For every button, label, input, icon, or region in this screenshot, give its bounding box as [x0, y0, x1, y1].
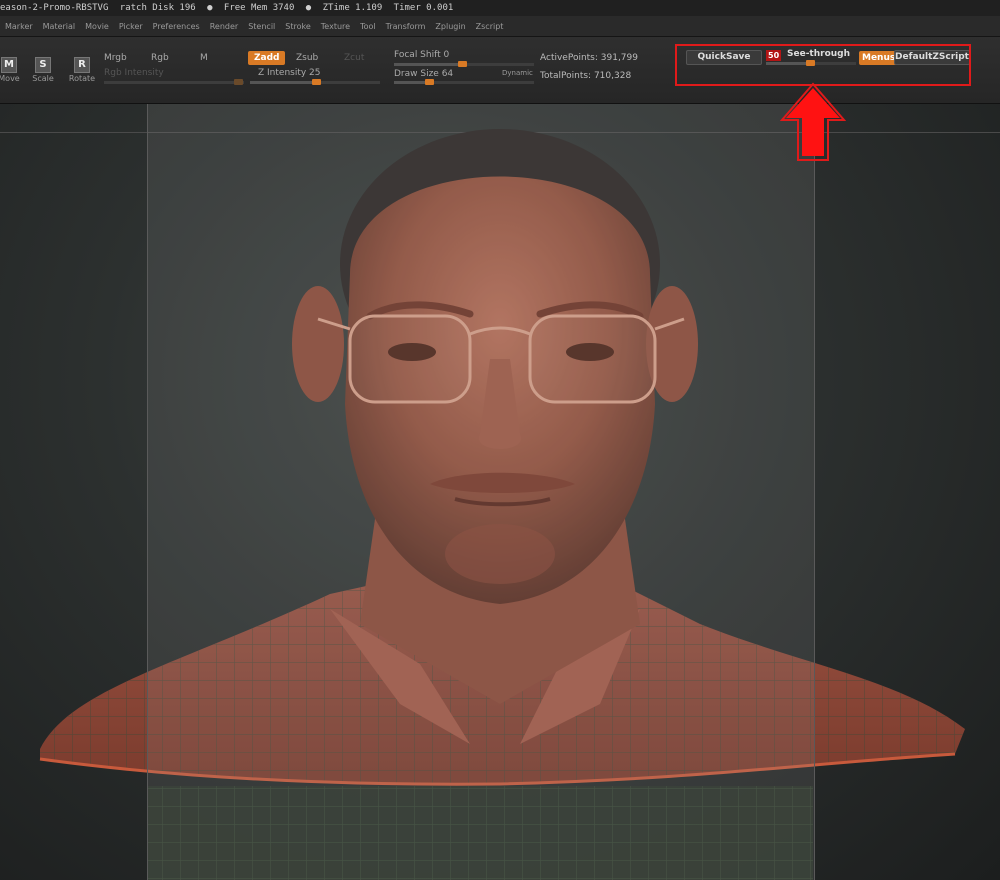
status-bar: eason-2-Promo-RBSTVG ratch Disk 196 ● Fr…	[0, 0, 1000, 16]
status-project: eason-2-Promo-RBSTVG	[0, 3, 109, 13]
menu-item-picker[interactable]: Picker	[114, 22, 148, 31]
menu-item-zscript[interactable]: Zscript	[471, 22, 509, 31]
menu-item-material[interactable]: Material	[38, 22, 81, 31]
scale-icon: S	[35, 57, 51, 73]
menu-item-render[interactable]: Render	[205, 22, 243, 31]
menu-item-stroke[interactable]: Stroke	[280, 22, 316, 31]
draw-size-knob[interactable]	[425, 79, 434, 85]
z-intensity-label[interactable]: Z Intensity 25	[258, 68, 321, 78]
focal-shift-knob[interactable]	[458, 61, 467, 67]
menu-item-texture[interactable]: Texture	[316, 22, 355, 31]
rotate-icon: R	[74, 57, 90, 73]
menu-item-movie[interactable]: Movie	[80, 22, 114, 31]
scale-tool-button[interactable]: S Scale	[28, 57, 58, 83]
z-intensity-slider[interactable]	[250, 79, 380, 85]
zsub-button[interactable]: Zsub	[296, 53, 318, 63]
menu-item-preferences[interactable]: Preferences	[148, 22, 205, 31]
focal-shift-label[interactable]: Focal Shift 0	[394, 50, 449, 60]
focal-shift-slider[interactable]	[394, 61, 534, 67]
rotate-tool-button[interactable]: R Rotate	[67, 57, 97, 83]
menu-item-stencil[interactable]: Stencil	[243, 22, 280, 31]
total-points-readout: TotalPoints: 710,328	[540, 71, 632, 81]
m-button[interactable]: M	[200, 53, 208, 63]
zadd-button[interactable]: Zadd	[248, 51, 286, 65]
rgb-intensity-knob[interactable]	[234, 79, 243, 85]
dynamic-button[interactable]: Dynamic	[502, 69, 533, 77]
status-ztime: ZTime 1.109	[322, 3, 383, 13]
move-label: Move	[0, 74, 20, 83]
menu-item-zplugin[interactable]: Zplugin	[430, 22, 470, 31]
status-scratch-disk: ratch Disk 196	[119, 3, 196, 13]
menu-item-transform[interactable]: Transform	[381, 22, 431, 31]
scale-label: Scale	[32, 74, 54, 83]
move-icon: M	[1, 57, 17, 73]
zcut-button[interactable]: Zcut	[344, 53, 364, 63]
status-timer: Timer 0.001	[393, 3, 454, 13]
up-arrow-icon	[780, 82, 846, 161]
menu-bar: Marker Material Movie Picker Preferences Rend…	[0, 16, 1000, 37]
see-through-panel	[147, 104, 815, 880]
canvas-viewport[interactable]	[0, 104, 1000, 880]
mrgb-button[interactable]: Mrgb	[104, 53, 127, 63]
active-points-readout: ActivePoints: 391,799	[540, 53, 638, 63]
status-free-mem: Free Mem 3740	[223, 3, 295, 13]
rgb-intensity-slider[interactable]	[104, 79, 244, 85]
draw-size-slider[interactable]	[394, 79, 534, 85]
z-intensity-knob[interactable]	[312, 79, 321, 85]
draw-size-label[interactable]: Draw Size 64	[394, 69, 453, 79]
rgb-button[interactable]: Rgb	[151, 53, 169, 63]
rotate-label: Rotate	[68, 74, 96, 83]
menu-item-tool[interactable]: Tool	[355, 22, 381, 31]
menu-item-marker[interactable]: Marker	[0, 22, 38, 31]
highlight-box	[675, 44, 971, 86]
rgb-intensity-label[interactable]: Rgb Intensity	[104, 68, 164, 78]
move-tool-button[interactable]: M Move	[0, 57, 24, 83]
